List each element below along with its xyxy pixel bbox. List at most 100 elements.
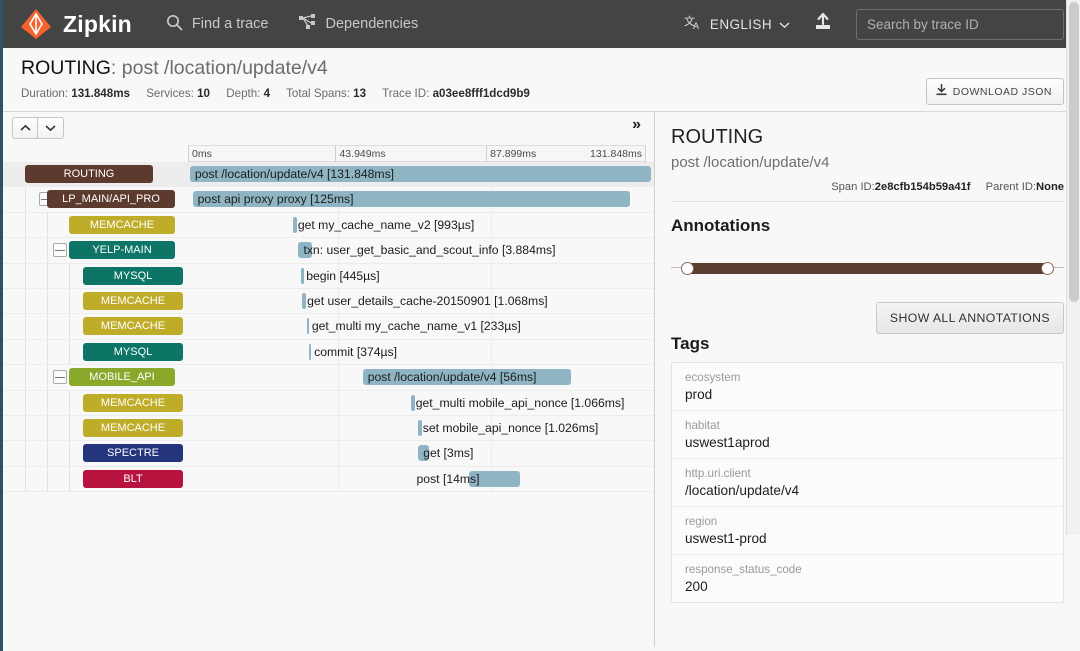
service-name-chip[interactable]: LP_MAIN/API_PRO xyxy=(47,190,175,208)
span-row[interactable]: BLT post [14ms] xyxy=(3,467,654,492)
span-row[interactable]: LP_MAIN/API_PRO post api proxy proxy [125… xyxy=(3,187,654,212)
service-name-chip[interactable]: MYSQL xyxy=(83,343,183,361)
timeline-gridline xyxy=(491,340,492,364)
span-duration-bar[interactable] xyxy=(469,471,520,487)
span-row[interactable]: SPECTRE get [3ms] xyxy=(3,441,654,466)
language-selector[interactable]: 文 A ENGLISH xyxy=(684,14,790,34)
tree-guide-line xyxy=(47,213,48,237)
timeline-gridline xyxy=(338,467,339,491)
tree-guide-line xyxy=(47,467,48,491)
span-duration-bar[interactable] xyxy=(307,318,309,334)
annotation-end-knob[interactable] xyxy=(1041,262,1054,275)
span-collapse-toggle[interactable] xyxy=(53,243,67,257)
service-name-chip[interactable]: SPECTRE xyxy=(83,444,183,462)
tree-guide-line xyxy=(47,441,48,465)
span-duration-bar[interactable] xyxy=(411,395,415,411)
span-duration-bar[interactable] xyxy=(418,420,422,436)
download-json-button[interactable]: DOWNLOAD JSON xyxy=(926,78,1064,105)
span-timeline-cell[interactable]: get user_details_cache-20150901 [1.068ms… xyxy=(188,289,654,313)
span-timeline-cell[interactable]: post /location/update/v4 [56ms] xyxy=(188,365,654,389)
span-timeline-cell[interactable]: get_multi mobile_api_nonce [1.066ms] xyxy=(188,391,654,415)
service-name-chip[interactable]: MEMCACHE xyxy=(83,394,183,412)
service-name-chip[interactable]: MEMCACHE xyxy=(83,292,183,310)
span-label: txn: user_get_basic_and_scout_info [3.88… xyxy=(303,242,555,258)
annotation-start-knob[interactable] xyxy=(681,262,694,275)
span-timeline-cell[interactable]: get_multi my_cache_name_v1 [233µs] xyxy=(188,314,654,338)
tree-guide-line xyxy=(47,238,48,262)
span-timeline-cell[interactable]: get [3ms] xyxy=(188,441,654,465)
span-label: commit [374µs] xyxy=(314,344,397,360)
timeline-gridline xyxy=(338,213,339,237)
span-row[interactable]: MEMCACHE get user_details_cache-20150901 … xyxy=(3,289,654,314)
page-title: ROUTING: post /location/update/v4 xyxy=(21,57,1062,80)
service-name-chip[interactable]: YELP-MAIN xyxy=(69,241,175,259)
nav-links: Find a trace Dependencies xyxy=(166,14,418,35)
tree-guide-line xyxy=(47,365,48,389)
span-row[interactable]: MEMCACHE get my_cache_name_v2 [993µs] xyxy=(3,213,654,238)
span-id-label: Span ID: xyxy=(831,181,875,193)
span-duration-bar[interactable] xyxy=(363,369,571,385)
span-row[interactable]: MEMCACHE get_multi mobile_api_nonce [1.06… xyxy=(3,391,654,416)
span-row[interactable]: MEMCACHE get_multi my_cache_name_v1 [233µ… xyxy=(3,314,654,339)
timeline-gridline xyxy=(491,441,492,465)
trace-id-label: Trace ID: xyxy=(382,87,429,100)
tag-value: 200 xyxy=(685,579,1050,594)
page-scrollbar-thumb[interactable] xyxy=(1069,2,1079,302)
brand[interactable]: Zipkin xyxy=(19,7,132,41)
span-row[interactable]: MOBILE_API post /location/update/v4 [56ms… xyxy=(3,365,654,390)
collapse-all-button[interactable] xyxy=(12,117,38,139)
service-name-chip[interactable]: MYSQL xyxy=(83,267,183,285)
span-row[interactable]: MYSQL begin [445µs] xyxy=(3,264,654,289)
tree-guide-line xyxy=(25,314,26,338)
span-timeline-cell[interactable]: txn: user_get_basic_and_scout_info [3.88… xyxy=(188,238,654,262)
span-duration-bar[interactable] xyxy=(418,445,429,461)
service-name-chip[interactable]: MEMCACHE xyxy=(83,419,183,437)
span-row[interactable]: MYSQL commit [374µs] xyxy=(3,340,654,365)
span-duration-bar[interactable] xyxy=(301,268,303,284)
span-timeline-cell[interactable]: post [14ms] xyxy=(188,467,654,491)
tree-guide-line xyxy=(25,365,26,389)
double-chevron-right-icon[interactable]: » xyxy=(632,116,640,134)
nav-dependencies[interactable]: Dependencies xyxy=(299,14,419,34)
page-scrollbar[interactable] xyxy=(1066,0,1080,535)
span-timeline-cell[interactable]: post /location/update/v4 [131.848ms] xyxy=(188,162,654,186)
expand-all-button[interactable] xyxy=(38,117,64,139)
span-duration-bar[interactable] xyxy=(309,344,311,360)
span-row[interactable]: YELP-MAIN txn: user_get_basic_and_scout_i… xyxy=(3,238,654,263)
search-trace-id-input[interactable] xyxy=(856,9,1064,40)
tree-guide-line xyxy=(25,467,26,491)
tree-guide-line xyxy=(69,441,70,465)
service-name-chip[interactable]: MEMCACHE xyxy=(83,317,183,335)
trace-timeline-pane: » 0ms 43.949ms 87.899ms 131.848ms ROUTIN… xyxy=(3,112,655,647)
span-collapse-toggle[interactable] xyxy=(53,370,67,384)
tag-row: habitatuswest1aprod xyxy=(672,411,1063,459)
upload-trace-button[interactable] xyxy=(812,11,834,38)
span-timeline-cell[interactable]: post api proxy proxy [125ms] xyxy=(188,187,654,211)
span-duration-bar[interactable] xyxy=(190,166,651,182)
span-tree-cell: SPECTRE xyxy=(3,441,188,465)
service-name-chip[interactable]: BLT xyxy=(83,470,183,488)
span-duration-bar[interactable] xyxy=(302,293,306,309)
span-duration-bar[interactable] xyxy=(298,242,312,258)
span-duration-bar[interactable] xyxy=(193,191,630,207)
tree-guide-line xyxy=(69,264,70,288)
span-timeline-cell[interactable]: get my_cache_name_v2 [993µs] xyxy=(188,213,654,237)
tree-guide-line xyxy=(25,187,26,211)
nav-find-a-trace-label: Find a trace xyxy=(192,16,269,32)
span-tree-cell: MYSQL xyxy=(3,264,188,288)
annotation-timeline[interactable] xyxy=(671,260,1064,276)
service-name-chip[interactable]: MOBILE_API xyxy=(69,368,175,386)
span-timeline-cell[interactable]: commit [374µs] xyxy=(188,340,654,364)
span-timeline-cell[interactable]: set mobile_api_nonce [1.026ms] xyxy=(188,416,654,440)
span-duration-bar[interactable] xyxy=(293,217,297,233)
timeline-gridline xyxy=(338,441,339,465)
service-name-chip[interactable]: MEMCACHE xyxy=(69,216,175,234)
show-all-annotations-button[interactable]: SHOW ALL ANNOTATIONS xyxy=(876,302,1064,334)
service-name-chip[interactable]: ROUTING xyxy=(25,165,153,183)
span-timeline-cell[interactable]: begin [445µs] xyxy=(188,264,654,288)
nav-find-a-trace[interactable]: Find a trace xyxy=(166,14,269,35)
span-row[interactable]: MEMCACHE set mobile_api_nonce [1.026ms] xyxy=(3,416,654,441)
timeline-gridline xyxy=(338,416,339,440)
tree-guide-line xyxy=(25,213,26,237)
span-row[interactable]: ROUTING post /location/update/v4 [131.848… xyxy=(3,162,654,187)
